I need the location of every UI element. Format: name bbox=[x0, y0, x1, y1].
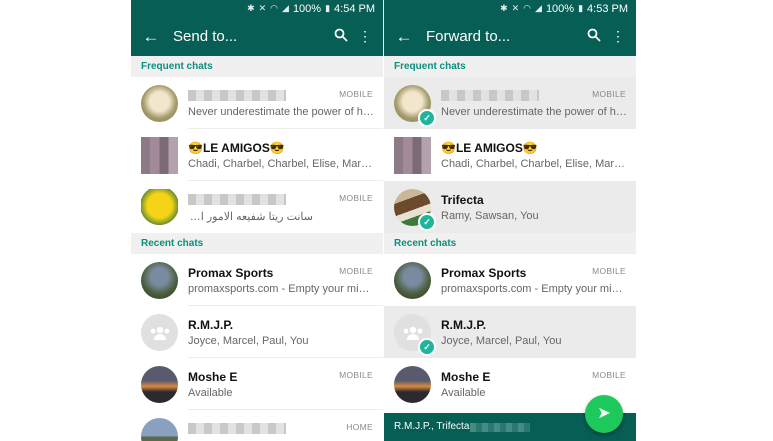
mute-icon: ✕ bbox=[258, 3, 267, 13]
chat-row[interactable]: Promax Sports MOBILE promaxsports.com - … bbox=[384, 254, 636, 306]
avatar bbox=[141, 262, 178, 299]
group-icon bbox=[141, 314, 178, 351]
blurred-name bbox=[188, 194, 286, 205]
chat-row[interactable]: Promax Sports MOBILE promaxsports.com - … bbox=[131, 254, 383, 306]
avatar bbox=[141, 189, 178, 226]
phone-type-label: MOBILE bbox=[339, 89, 373, 99]
search-icon[interactable] bbox=[582, 28, 606, 45]
chat-name: 😎LE AMIGOS😎 bbox=[441, 141, 538, 155]
blurred-name bbox=[188, 90, 286, 101]
chat-name: 😎LE AMIGOS😎 bbox=[188, 141, 285, 155]
send-to-screen: ✱ ✕ ◠ ◢ 100% ▮ 4:54 PM ← Send to... ⋮ Fr… bbox=[131, 0, 383, 441]
chat-status: Never underestimate the power of hu... bbox=[188, 106, 374, 118]
section-frequent-chats: Frequent chats bbox=[131, 56, 383, 77]
chat-name: Moshe E bbox=[441, 370, 491, 384]
send-button[interactable]: ➤ bbox=[585, 395, 623, 433]
chat-name: R.M.J.P. bbox=[188, 318, 234, 332]
chat-row[interactable]: HOME bbox=[131, 410, 383, 441]
chat-name: Promax Sports bbox=[188, 266, 274, 280]
mute-icon: ✕ bbox=[511, 3, 520, 13]
page-title: Send to... bbox=[173, 28, 238, 45]
chat-name: Promax Sports bbox=[441, 266, 527, 280]
chat-status: Never underestimate the power of hu... bbox=[441, 106, 627, 118]
search-icon[interactable] bbox=[329, 28, 353, 45]
wifi-icon: ◠ bbox=[523, 3, 532, 13]
phone-type-label: MOBILE bbox=[592, 266, 626, 276]
avatar bbox=[394, 137, 431, 174]
more-vert-icon[interactable]: ⋮ bbox=[353, 28, 377, 45]
chat-row[interactable]: MOBILE سانت ريتا شفيعه الامور المستحيله bbox=[131, 181, 383, 233]
blurred-recipient bbox=[470, 423, 530, 432]
forward-to-screen: ✱ ✕ ◠ ◢ 100% ▮ 4:53 PM ← Forward to... ⋮… bbox=[384, 0, 636, 441]
phone-type-label: MOBILE bbox=[339, 193, 373, 203]
chat-row[interactable]: 😎LE AMIGOS😎 Chadi, Charbel, Charbel, Eli… bbox=[384, 129, 636, 181]
phone-type-label: MOBILE bbox=[592, 370, 626, 380]
battery-percent: 100% bbox=[292, 2, 322, 15]
avatar bbox=[141, 366, 178, 403]
chat-status: سانت ريتا شفيعه الامور المستحيله bbox=[188, 211, 313, 223]
bluetooth-icon: ✱ bbox=[500, 3, 508, 13]
check-icon: ✓ bbox=[418, 338, 436, 356]
phone-type-label: MOBILE bbox=[339, 370, 373, 380]
avatar bbox=[394, 262, 431, 299]
check-icon: ✓ bbox=[418, 213, 436, 231]
phone-type-label: MOBILE bbox=[592, 89, 626, 99]
chat-row-selected[interactable]: ✓ MOBILE Never underestimate the power o… bbox=[384, 77, 636, 129]
chat-name: Trifecta bbox=[441, 193, 484, 207]
clock: 4:53 PM bbox=[587, 2, 628, 15]
section-recent-chats: Recent chats bbox=[131, 233, 383, 254]
chat-status: promaxsports.com - Empty your mind,... bbox=[441, 283, 627, 295]
chat-members: Chadi, Charbel, Charbel, Elise, Marcel,.… bbox=[188, 158, 374, 170]
bluetooth-icon: ✱ bbox=[247, 3, 255, 13]
arrow-back-icon[interactable]: ← bbox=[139, 27, 163, 47]
selected-recipients-text: R.M.J.P., Trifecta, bbox=[394, 421, 473, 432]
chat-members: Joyce, Marcel, Paul, You bbox=[441, 335, 562, 347]
signal-icon: ◢ bbox=[282, 3, 289, 13]
avatar bbox=[394, 366, 431, 403]
status-bar: ✱ ✕ ◠ ◢ 100% ▮ 4:54 PM bbox=[131, 0, 383, 17]
more-vert-icon[interactable]: ⋮ bbox=[606, 28, 630, 45]
blurred-name bbox=[188, 423, 286, 434]
chat-status: promaxsports.com - Empty your mind,... bbox=[188, 283, 374, 295]
wifi-icon: ◠ bbox=[270, 3, 279, 13]
chat-row-selected[interactable]: ✓ R.M.J.P. Joyce, Marcel, Paul, You bbox=[384, 306, 636, 358]
battery-icon: ▮ bbox=[578, 3, 584, 13]
blurred-name bbox=[441, 90, 539, 101]
phone-type-label: MOBILE bbox=[339, 266, 373, 276]
chat-name: Moshe E bbox=[188, 370, 238, 384]
clock: 4:54 PM bbox=[334, 2, 375, 15]
section-frequent-chats: Frequent chats bbox=[384, 56, 636, 77]
page-title: Forward to... bbox=[426, 28, 511, 45]
phone-type-label: HOME bbox=[346, 422, 373, 432]
section-recent-chats: Recent chats bbox=[384, 233, 636, 254]
toolbar: ← Forward to... ⋮ bbox=[384, 17, 636, 56]
send-icon: ➤ bbox=[597, 405, 611, 422]
status-bar: ✱ ✕ ◠ ◢ 100% ▮ 4:53 PM bbox=[384, 0, 636, 17]
arrow-back-icon[interactable]: ← bbox=[392, 27, 416, 47]
chat-members: Ramy, Sawsan, You bbox=[441, 210, 539, 222]
avatar bbox=[141, 418, 178, 441]
toolbar: ← Send to... ⋮ bbox=[131, 17, 383, 56]
chat-row[interactable]: MOBILE Never underestimate the power of … bbox=[131, 77, 383, 129]
battery-percent: 100% bbox=[545, 2, 575, 15]
chat-row[interactable]: R.M.J.P. Joyce, Marcel, Paul, You bbox=[131, 306, 383, 358]
chat-status: Available bbox=[188, 387, 233, 399]
chat-row[interactable]: 😎LE AMIGOS😎 Chadi, Charbel, Charbel, Eli… bbox=[131, 129, 383, 181]
chat-members: Joyce, Marcel, Paul, You bbox=[188, 335, 309, 347]
avatar bbox=[141, 137, 178, 174]
check-icon: ✓ bbox=[418, 109, 436, 127]
avatar bbox=[141, 85, 178, 122]
signal-icon: ◢ bbox=[535, 3, 542, 13]
chat-members: Chadi, Charbel, Charbel, Elise, Marcel,.… bbox=[441, 158, 627, 170]
chat-name: R.M.J.P. bbox=[441, 318, 487, 332]
chat-row[interactable]: Moshe E MOBILE Available bbox=[131, 358, 383, 410]
battery-icon: ▮ bbox=[325, 3, 331, 13]
chat-row-selected[interactable]: ✓ Trifecta Ramy, Sawsan, You bbox=[384, 181, 636, 233]
